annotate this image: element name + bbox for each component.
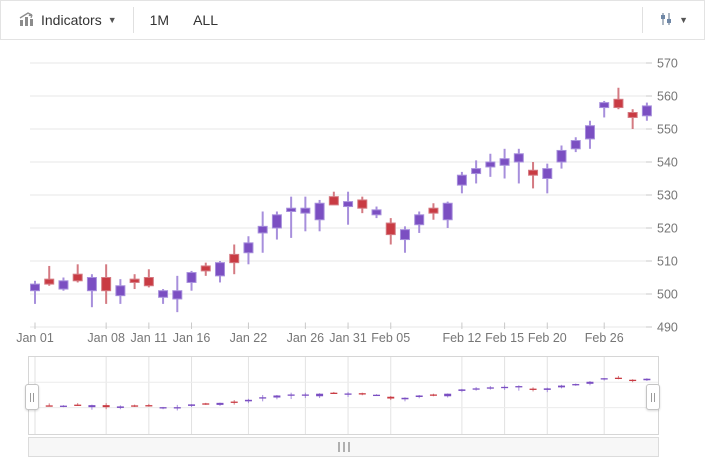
candle <box>187 271 196 291</box>
candle <box>614 88 623 109</box>
chevron-down-icon: ▼ <box>108 16 117 25</box>
candle <box>486 154 495 177</box>
candle <box>116 279 125 304</box>
candle <box>415 212 424 233</box>
svg-text:Jan 08: Jan 08 <box>87 331 125 345</box>
candle <box>585 121 594 149</box>
candle <box>102 264 111 304</box>
candle <box>344 192 353 225</box>
candles <box>31 88 652 312</box>
svg-text:Jan 22: Jan 22 <box>230 331 268 345</box>
svg-text:Jan 31: Jan 31 <box>329 331 367 345</box>
candle <box>230 245 239 275</box>
range-navigator-scrollbar[interactable] <box>28 437 659 457</box>
svg-text:510: 510 <box>657 255 678 269</box>
candle <box>571 137 580 152</box>
svg-text:Feb 05: Feb 05 <box>371 331 410 345</box>
toolbar: Indicators ▼ 1MALL ▼ <box>0 0 705 40</box>
chevron-down-icon: ▼ <box>679 16 688 25</box>
candle <box>472 160 481 183</box>
candle <box>73 264 82 282</box>
candle <box>258 212 267 253</box>
candle <box>287 197 296 238</box>
candle <box>130 274 139 289</box>
x-axis: Jan 01 Jan 08 Jan 11 Jan 16 Jan 22 Jan 26 Jan … <box>16 323 623 346</box>
candle <box>45 266 54 286</box>
svg-text:Feb 20: Feb 20 <box>528 331 567 345</box>
candle <box>59 278 68 291</box>
svg-text:560: 560 <box>657 90 678 104</box>
candle <box>87 274 96 307</box>
candle <box>329 192 338 205</box>
candle <box>315 200 324 231</box>
candle <box>529 162 538 188</box>
candle <box>31 281 40 304</box>
candle <box>386 218 395 244</box>
range-navigator-right-handle[interactable] <box>646 384 660 410</box>
range-button-all[interactable]: ALL <box>183 8 228 32</box>
range-button-1m[interactable]: 1M <box>140 8 179 32</box>
stock-chart-widget: Indicators ▼ 1MALL ▼ 5705605505405305205… <box>0 0 707 460</box>
svg-text:530: 530 <box>657 189 678 203</box>
candle <box>159 289 168 304</box>
candle <box>500 149 509 179</box>
indicators-button[interactable]: Indicators ▼ <box>9 6 127 34</box>
y-axis: 570 560 550 540 530 520 510 500 490 <box>30 57 678 335</box>
candle <box>272 212 281 240</box>
toolbar-separator <box>642 7 643 33</box>
toolbar-right: ▼ <box>636 6 698 34</box>
candle <box>429 203 438 220</box>
svg-text:Feb 15: Feb 15 <box>485 331 524 345</box>
candle <box>358 197 367 214</box>
range-navigator <box>29 357 659 435</box>
candle <box>457 172 466 193</box>
toolbar-separator <box>133 7 134 33</box>
svg-text:Feb 26: Feb 26 <box>585 331 624 345</box>
candle <box>543 164 552 194</box>
chart-settings-button[interactable]: ▼ <box>649 6 698 34</box>
candle <box>215 261 224 282</box>
indicators-label: Indicators <box>41 12 102 28</box>
svg-text:Jan 16: Jan 16 <box>173 331 211 345</box>
candle <box>600 101 609 118</box>
candle <box>301 197 310 232</box>
svg-text:Feb 12: Feb 12 <box>442 331 481 345</box>
candle <box>443 202 452 228</box>
candle <box>400 226 409 252</box>
svg-text:Jan 01: Jan 01 <box>16 331 54 345</box>
range-selector-buttons: 1MALL <box>140 8 228 32</box>
candle <box>628 109 637 129</box>
candle <box>173 276 182 312</box>
sliders-icon <box>659 12 673 29</box>
svg-text:490: 490 <box>657 321 678 335</box>
candle <box>201 263 210 276</box>
svg-text:550: 550 <box>657 123 678 137</box>
candle <box>557 146 566 169</box>
bar-chart-icon <box>19 12 35 29</box>
candle <box>372 207 381 219</box>
candle <box>514 149 523 184</box>
candlestick-chart: 570560550540530520510500490Jan 01Jan 08J… <box>0 0 707 460</box>
svg-text:Jan 11: Jan 11 <box>131 331 168 345</box>
svg-text:500: 500 <box>657 288 678 302</box>
candle <box>144 269 153 287</box>
range-navigator-left-handle[interactable] <box>25 384 39 410</box>
candle <box>244 236 253 264</box>
svg-text:Jan 26: Jan 26 <box>287 331 325 345</box>
svg-text:570: 570 <box>657 57 678 71</box>
svg-text:520: 520 <box>657 222 678 236</box>
candle <box>642 103 651 121</box>
svg-text:540: 540 <box>657 156 678 170</box>
